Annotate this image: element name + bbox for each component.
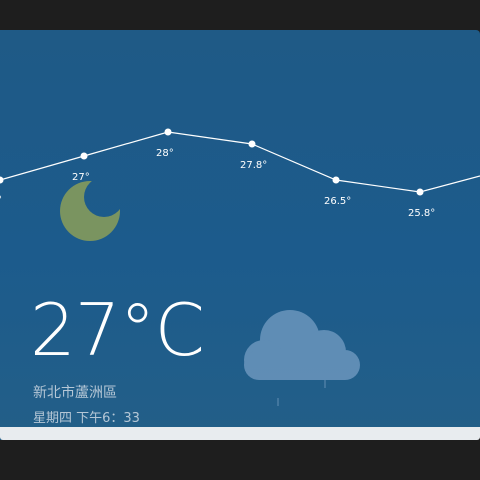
temperature-label: 28° bbox=[156, 148, 174, 159]
location-label: 新北市蘆洲區 bbox=[33, 385, 117, 401]
temperature-label: 25.8° bbox=[408, 208, 435, 219]
temperature-point bbox=[248, 140, 256, 148]
temperature-point bbox=[332, 176, 340, 184]
current-temperature: 27°C bbox=[30, 288, 205, 372]
weather-card: ° 27° 28° 27.8° 26.5° 25.8° 27°C 新北市蘆洲區 … bbox=[0, 30, 480, 440]
temperature-point bbox=[0, 176, 4, 184]
temperature-point bbox=[80, 152, 88, 160]
temperature-label: 27.8° bbox=[240, 160, 267, 171]
temperature-point bbox=[416, 188, 424, 196]
cloud-rain-icon bbox=[244, 310, 360, 406]
temperature-point bbox=[164, 128, 172, 136]
datetime-label: 星期四 下午6：33 bbox=[33, 411, 140, 426]
temperature-label: ° bbox=[0, 195, 2, 206]
temperature-label: 26.5° bbox=[324, 196, 351, 207]
card-bottom-bar bbox=[0, 427, 480, 440]
moon-icon bbox=[60, 181, 120, 241]
